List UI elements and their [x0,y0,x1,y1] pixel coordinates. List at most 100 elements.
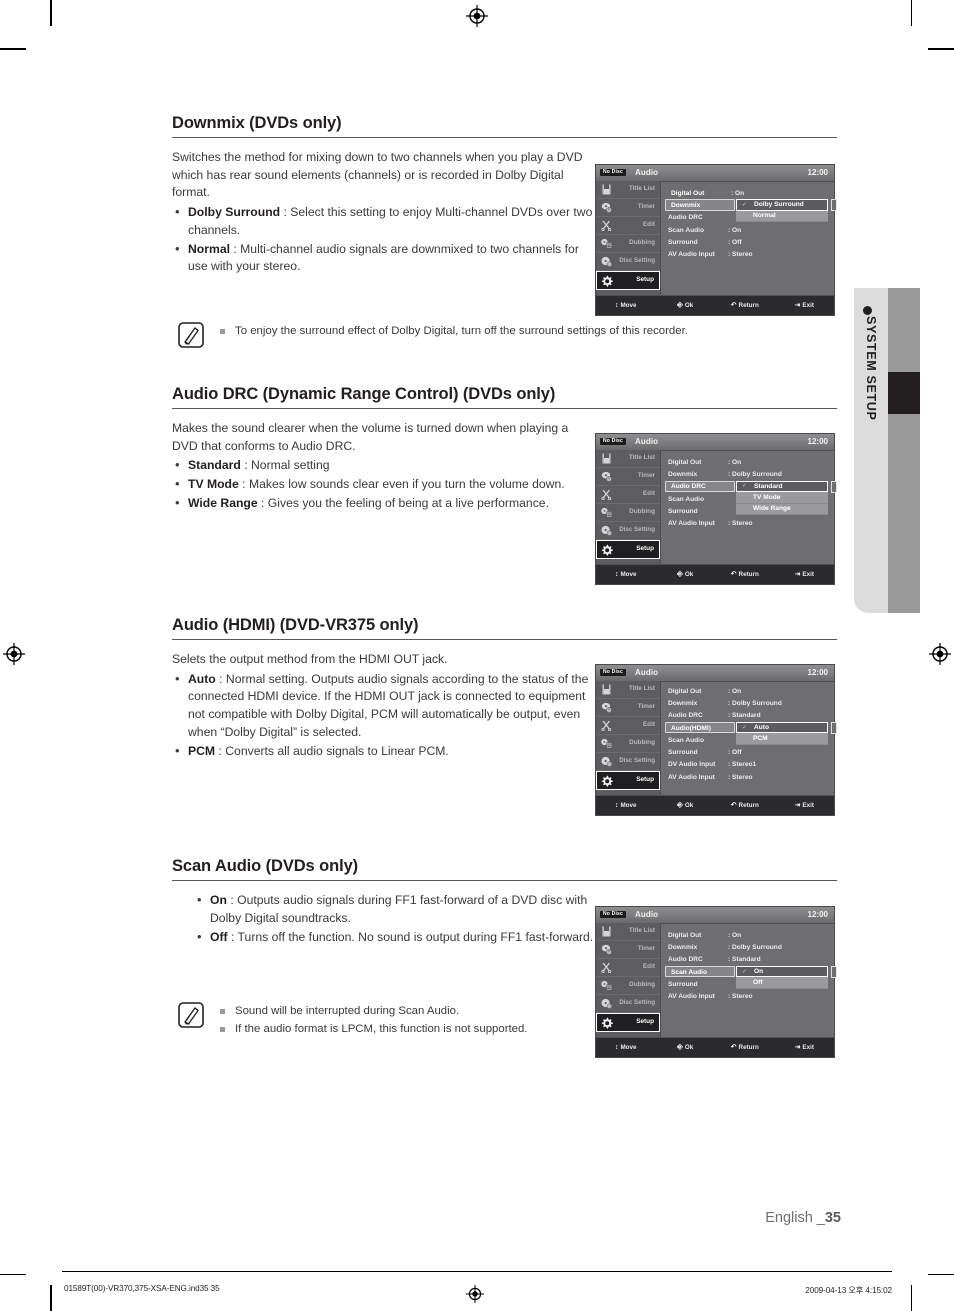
menu-row[interactable]: Downmix: Dolby Surround [660,941,834,953]
sidebar-item-setup[interactable]: Setup [596,771,660,790]
dropdown-option-selected[interactable]: ✓ Auto [736,721,828,734]
sidebar-item-setup[interactable]: Setup [596,1013,660,1032]
sidebar-item-setup[interactable]: Setup [596,540,660,559]
bullet-list: Standard : Normal setting TV Mode : Make… [172,456,597,512]
crop-mark-br-v [910,1285,912,1311]
sidebar-item-title-list[interactable]: Title List [596,923,660,941]
sidebar-item-dubbing[interactable]: Dubbing [596,235,660,253]
sidebar-item-title-list[interactable]: Title List [596,681,660,699]
disc-setting-icon [596,756,616,767]
menu-row[interactable]: Scan Audio: On [660,224,834,236]
sidebar-item-disc-setting[interactable]: Disc Setting [596,995,660,1013]
timer-icon [596,202,616,213]
dropdown-scrollbar[interactable] [831,199,837,212]
footer-exit[interactable]: ⇥ Exit [775,802,835,809]
sidebar-item-edit[interactable]: Edit [596,959,660,977]
footer-return[interactable]: ↶ Return [715,802,775,809]
osd-body: Title List Timer Edit Dubbing Disc Setti… [596,181,837,296]
dropdown-option[interactable]: PCM [736,733,828,745]
dropdown-audio-hdmi[interactable]: ✓ Auto PCM [736,721,837,745]
osd-footer: ↕ Move ⎆ Ok ↶ Return ⇥ Exit [596,795,834,815]
dropdown-scrollbar[interactable] [831,965,837,978]
footer-exit[interactable]: ⇥ Exit [775,302,835,309]
dropdown-option[interactable]: Off [736,977,828,989]
sidebar-item-setup[interactable]: Setup [596,271,660,290]
sidebar-item-edit[interactable]: Edit [596,217,660,235]
sidebar-item-timer[interactable]: Timer [596,941,660,959]
sidebar-item-label: Dubbing [629,739,655,747]
sidebar-item-timer[interactable]: Timer [596,199,660,217]
footer-ok[interactable]: ⎆ Ok [656,302,716,309]
footer-label: Exit [802,1044,814,1051]
menu-row-label: Surround [668,749,698,757]
menu-row-value: : Standard [728,712,761,720]
footer-move[interactable]: ↕ Move [596,1044,656,1051]
menu-row[interactable]: AV Audio Input: Stereo [660,517,834,529]
menu-row-value: : Off [728,238,742,246]
dropdown-scrollbar[interactable] [831,480,837,493]
dropdown-scrollbar[interactable] [831,721,837,734]
sidebar-item-timer[interactable]: Timer [596,468,660,486]
footer-move[interactable]: ↕ Move [596,571,656,578]
sidebar-item-label: Title List [628,685,655,693]
sidebar-item-dubbing[interactable]: Dubbing [596,977,660,995]
footer-ok[interactable]: ⎆ Ok [656,571,716,578]
footer-ok[interactable]: ⎆ Ok [656,1044,716,1051]
sidebar-item-disc-setting[interactable]: Disc Setting [596,753,660,771]
menu-row[interactable]: DV Audio Input: Stereo1 [660,759,834,771]
sidebar-item-title-list[interactable]: Title List [596,450,660,468]
menu-row-label: Audio DRC [671,483,706,491]
dropdown-option-selected[interactable]: ✓ On [736,965,828,978]
footer-exit[interactable]: ⇥ Exit [775,571,835,578]
dropdown-scan-audio[interactable]: ✓ On Off [736,965,837,989]
menu-row[interactable]: Surround: Off [660,746,834,758]
checkmark-icon: ✓ [742,483,748,490]
dropdown-option-selected[interactable]: ✓ Standard [736,480,828,492]
dropdown-option[interactable]: Normal [736,210,828,223]
footer-return[interactable]: ↶ Return [715,571,775,578]
menu-row[interactable]: Digital Out: On [660,187,834,199]
sidebar-item-dubbing[interactable]: Dubbing [596,735,660,753]
sidebar-item-disc-setting[interactable]: Disc Setting [596,522,660,540]
sidebar-item-edit[interactable]: Edit [596,717,660,735]
return-arrow-icon: ↶ [730,571,737,578]
menu-row[interactable]: Downmix: Dolby Surround [660,468,834,480]
footer-move[interactable]: ↕ Move [596,302,656,309]
footer-return[interactable]: ↶ Return [715,302,775,309]
menu-row-value: : On [728,931,742,939]
menu-row[interactable]: Digital Out: On [660,685,834,697]
sidebar-item-timer[interactable]: Timer [596,699,660,717]
footer-ok[interactable]: ⎆ Ok [656,802,716,809]
footer-exit[interactable]: ⇥ Exit [775,1044,835,1051]
exit-icon: ⇥ [794,1044,801,1051]
menu-row[interactable]: Surround: Off [660,236,834,248]
checkmark-icon: ✓ [742,968,748,975]
dropdown-downmix[interactable]: ✓ Dolby Surround Normal [736,199,837,223]
menu-row[interactable]: AV Audio Input: Stereo [660,771,834,783]
menu-row-value: : Stereo [728,993,753,1001]
menu-row[interactable]: Digital Out: On [660,456,834,468]
registration-mark-top [466,5,488,27]
menu-row[interactable]: Audio DRC: Standard [660,954,834,966]
dropdown-audio-drc[interactable]: ✓ Standard TV Mode Wide Range [736,480,837,515]
dropdown-option[interactable]: Wide Range [736,503,828,515]
title-list-icon [596,684,616,695]
sidebar-item-label: Disc Setting [619,757,655,765]
dropdown-option[interactable]: TV Mode [736,492,828,504]
menu-row[interactable]: Digital Out: On [660,929,834,941]
sidebar-item-disc-setting[interactable]: Disc Setting [596,253,660,271]
menu-row-label: Downmix [668,699,698,707]
sidebar-item-title-list[interactable]: Title List [596,181,660,199]
menu-row[interactable]: AV Audio Input: Stereo [660,248,834,260]
sidebar-item-dubbing[interactable]: Dubbing [596,504,660,522]
sidebar-item-edit[interactable]: Edit [596,486,660,504]
menu-row-label: AV Audio Input [668,520,715,528]
sidebar-item-label: Setup [636,545,654,553]
title-rule [172,879,837,881]
menu-row[interactable]: Downmix: Dolby Surround [660,697,834,709]
menu-row[interactable]: AV Audio Input: Stereo [660,990,834,1002]
dropdown-option-selected[interactable]: ✓ Dolby Surround [736,199,828,211]
menu-row[interactable]: Audio DRC: Standard [660,710,834,722]
footer-move[interactable]: ↕ Move [596,802,656,809]
footer-return[interactable]: ↶ Return [715,1044,775,1051]
